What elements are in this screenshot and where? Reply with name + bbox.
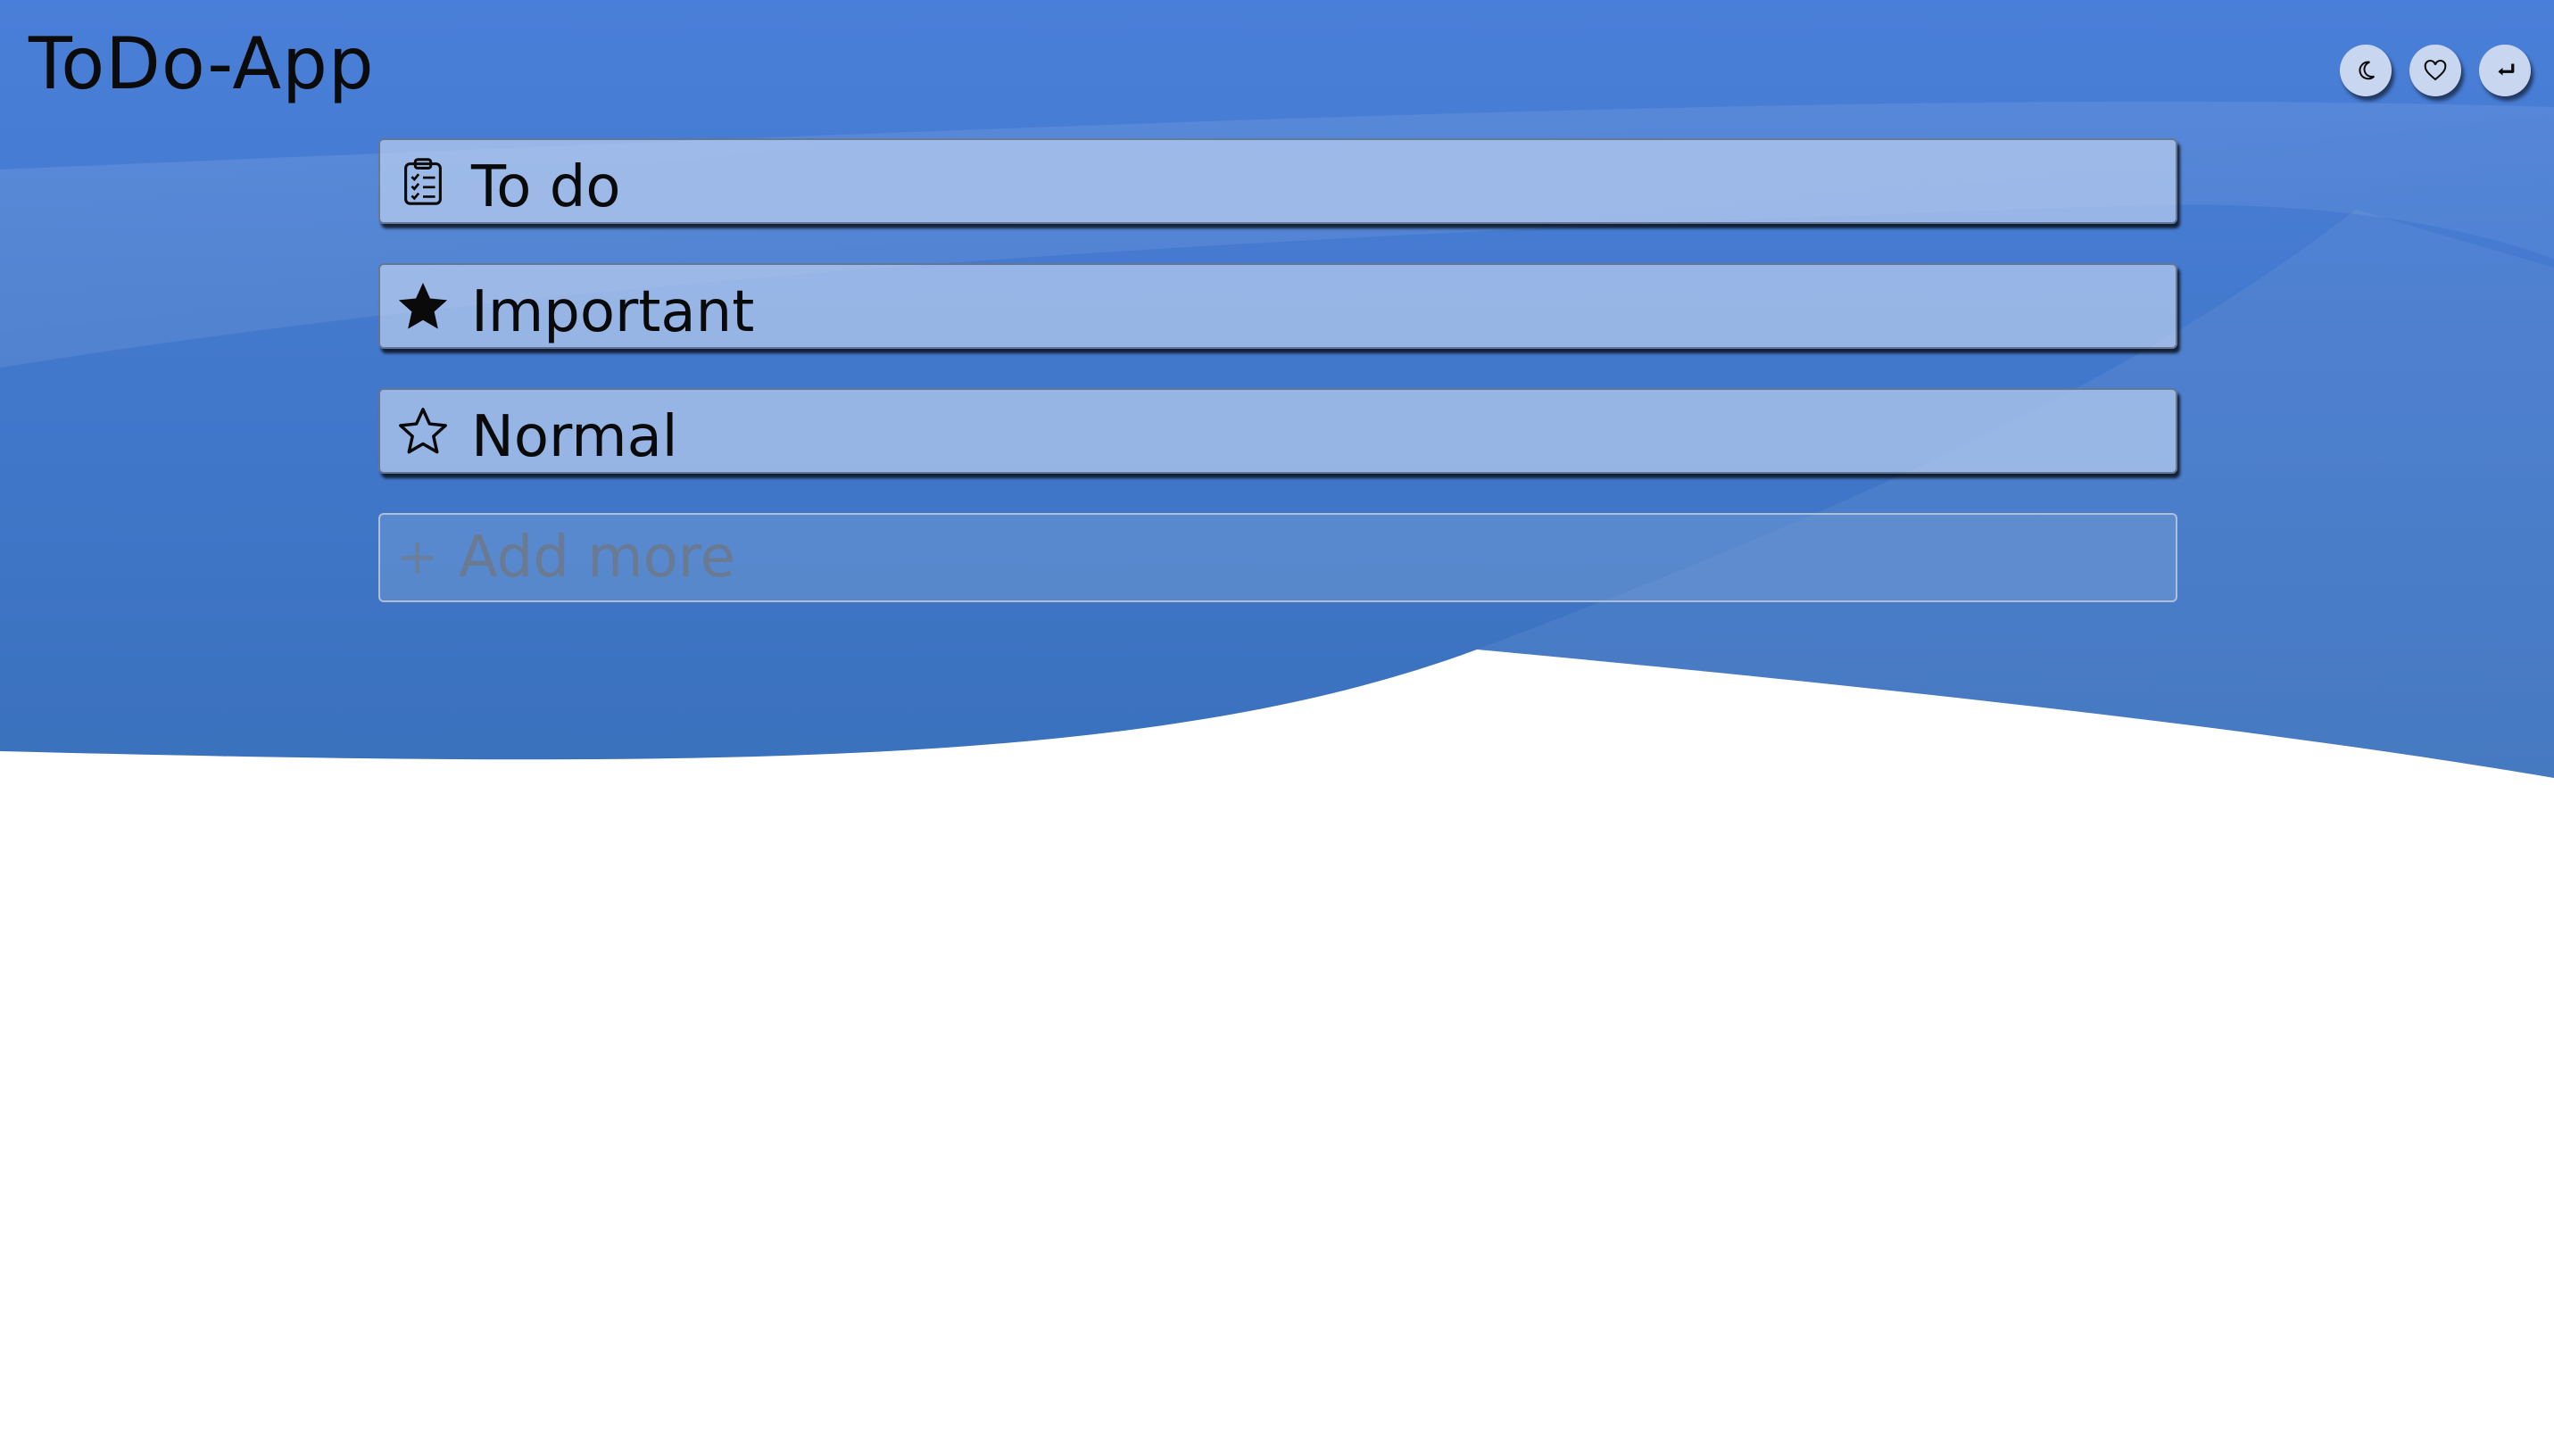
list-label: To do (471, 154, 621, 220)
star-filled-icon (394, 277, 452, 335)
heart-icon (2424, 60, 2447, 81)
clipboard-checklist-icon (394, 153, 452, 210)
app-root: ToDo-App To do Important Normal + Add mo… (0, 0, 2554, 1456)
list-label: Normal (471, 404, 678, 470)
return-icon (2498, 63, 2515, 76)
dark-mode-button[interactable] (2340, 45, 2392, 96)
app-title: ToDo-App (29, 22, 375, 105)
list-item-todo[interactable]: To do (378, 138, 2177, 224)
list-item-important[interactable]: Important (378, 263, 2177, 349)
task-lists: To do Important Normal + (378, 138, 2177, 602)
add-list-input[interactable] (457, 517, 2176, 599)
star-outline-icon (394, 402, 452, 459)
favorites-button[interactable] (2409, 45, 2461, 96)
add-list-field[interactable]: + (378, 513, 2177, 602)
list-item-normal[interactable]: Normal (378, 388, 2177, 474)
plus-icon[interactable]: + (396, 533, 438, 583)
header-actions (2340, 45, 2531, 96)
logout-button[interactable] (2479, 45, 2531, 96)
moon-icon (2359, 61, 2376, 80)
list-label: Important (471, 279, 755, 345)
